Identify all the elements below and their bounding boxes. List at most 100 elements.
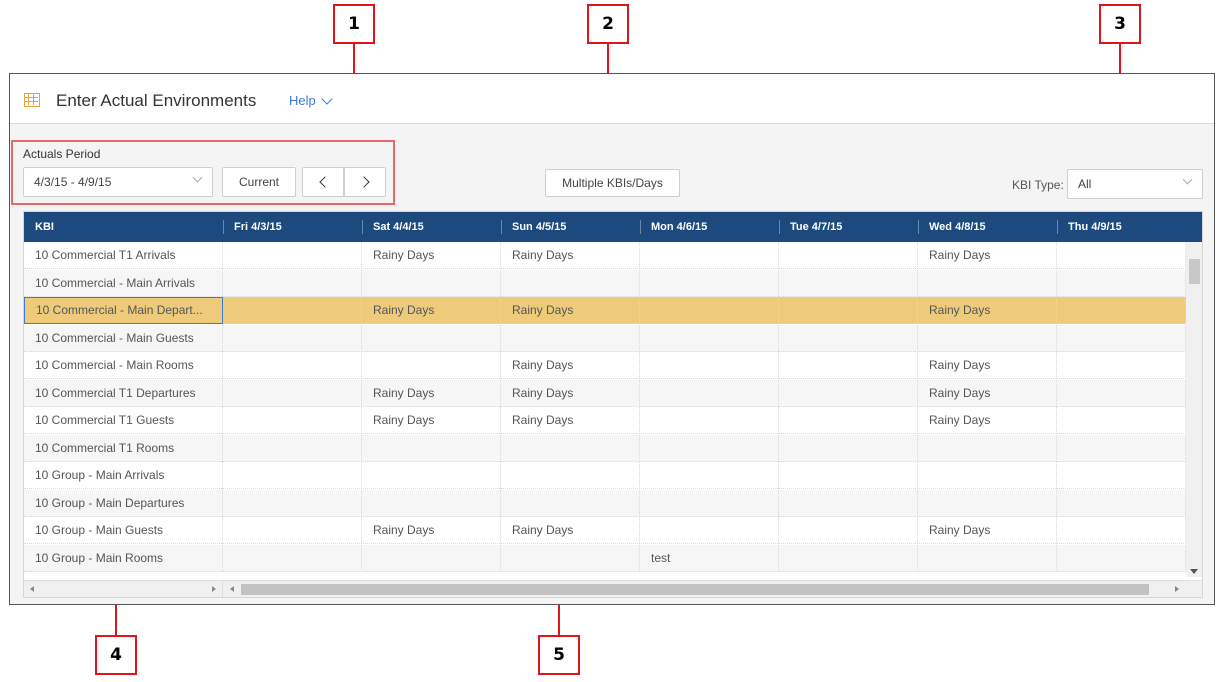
- environment-cell[interactable]: [779, 517, 918, 544]
- environment-cell[interactable]: [362, 324, 501, 352]
- environment-cell[interactable]: [501, 269, 640, 297]
- environment-cell[interactable]: Rainy Days: [362, 379, 501, 407]
- environment-cell[interactable]: [1057, 407, 1186, 434]
- environment-cell[interactable]: [223, 379, 362, 407]
- table-row[interactable]: 10 Commercial - Main Arrivals: [24, 269, 1186, 297]
- environment-cell[interactable]: [362, 462, 501, 489]
- environment-cell[interactable]: [362, 434, 501, 462]
- environment-cell[interactable]: [640, 489, 779, 517]
- environment-cell[interactable]: [779, 269, 918, 297]
- vertical-scroll-thumb[interactable]: [1189, 259, 1200, 284]
- environment-cell[interactable]: [640, 324, 779, 352]
- environment-cell[interactable]: Rainy Days: [918, 242, 1057, 269]
- environment-cell[interactable]: [640, 517, 779, 544]
- environment-cell[interactable]: [1057, 517, 1186, 544]
- environment-cell[interactable]: Rainy Days: [918, 352, 1057, 379]
- environment-cell[interactable]: Rainy Days: [501, 379, 640, 407]
- environment-cell[interactable]: [779, 352, 918, 379]
- environment-cell[interactable]: [1057, 297, 1186, 324]
- environment-cell[interactable]: [1057, 379, 1186, 407]
- kbi-name-cell[interactable]: 10 Commercial - Main Rooms: [24, 352, 223, 379]
- environment-cell[interactable]: [223, 352, 362, 379]
- environment-cell[interactable]: [362, 269, 501, 297]
- environment-cell[interactable]: [1057, 242, 1186, 269]
- table-row[interactable]: 10 Commercial - Main Guests: [24, 324, 1186, 352]
- environment-cell[interactable]: [1057, 489, 1186, 517]
- environment-cell[interactable]: Rainy Days: [501, 297, 640, 324]
- multiple-kbis-days-button[interactable]: Multiple KBIs/Days: [545, 169, 680, 197]
- environment-cell[interactable]: [779, 407, 918, 434]
- kbi-type-select[interactable]: All: [1067, 169, 1203, 199]
- environment-cell[interactable]: [1057, 434, 1186, 462]
- environment-cell[interactable]: [223, 434, 362, 462]
- kbi-name-cell[interactable]: 10 Commercial - Main Arrivals: [24, 269, 223, 297]
- table-row[interactable]: 10 Commercial - Main Depart... Rainy Days…: [24, 297, 1186, 324]
- environment-cell[interactable]: [1057, 462, 1186, 489]
- environment-cell[interactable]: [362, 489, 501, 517]
- environment-cell[interactable]: [501, 462, 640, 489]
- environment-cell[interactable]: [779, 324, 918, 352]
- environment-cell[interactable]: Rainy Days: [362, 297, 501, 324]
- environment-cell[interactable]: [223, 517, 362, 544]
- kbi-name-cell[interactable]: 10 Commercial - Main Guests: [24, 324, 223, 352]
- table-row[interactable]: 10 Commercial - Main Rooms Rainy Days Rain…: [24, 352, 1186, 379]
- table-row[interactable]: 10 Group - Main Departures: [24, 489, 1186, 517]
- kbi-name-cell[interactable]: 10 Commercial - Main Depart...: [24, 297, 223, 324]
- environment-cell[interactable]: [501, 544, 640, 572]
- column-header[interactable]: Sat 4/4/15: [362, 212, 501, 242]
- environment-cell[interactable]: [779, 242, 918, 269]
- environment-cell[interactable]: [640, 379, 779, 407]
- environment-cell[interactable]: Rainy Days: [918, 297, 1057, 324]
- table-row[interactable]: 10 Group - Main Guests Rainy Days Rainy Da…: [24, 517, 1186, 544]
- environment-cell[interactable]: [501, 324, 640, 352]
- help-menu[interactable]: Help: [289, 92, 333, 108]
- environment-cell[interactable]: Rainy Days: [501, 242, 640, 269]
- environment-cell[interactable]: Rainy Days: [918, 379, 1057, 407]
- environment-cell[interactable]: [223, 269, 362, 297]
- scroll-right-icon[interactable]: [1175, 586, 1179, 592]
- environment-cell[interactable]: [501, 489, 640, 517]
- environment-cell[interactable]: [779, 379, 918, 407]
- kbi-name-cell[interactable]: 10 Commercial T1 Arrivals: [24, 242, 223, 269]
- environment-cell[interactable]: [779, 297, 918, 324]
- column-header[interactable]: Fri 4/3/15: [223, 212, 362, 242]
- kbi-name-cell[interactable]: 10 Commercial T1 Guests: [24, 407, 223, 434]
- environment-cell[interactable]: [223, 297, 362, 324]
- environment-cell[interactable]: [640, 297, 779, 324]
- table-row[interactable]: 10 Commercial T1 Guests Rainy Days Rainy D…: [24, 407, 1186, 434]
- environment-cell[interactable]: [1057, 352, 1186, 379]
- environment-cell[interactable]: [918, 462, 1057, 489]
- environment-cell[interactable]: [918, 489, 1057, 517]
- environment-cell[interactable]: [362, 352, 501, 379]
- environment-cell[interactable]: [223, 489, 362, 517]
- environment-cell[interactable]: Rainy Days: [501, 352, 640, 379]
- environment-cell[interactable]: Rainy Days: [362, 407, 501, 434]
- environment-cell[interactable]: [1057, 324, 1186, 352]
- column-header[interactable]: Thu 4/9/15: [1057, 212, 1186, 242]
- environment-cell[interactable]: [918, 324, 1057, 352]
- column-header[interactable]: Sun 4/5/15: [501, 212, 640, 242]
- column-header[interactable]: KBI: [24, 212, 223, 242]
- table-row[interactable]: 10 Commercial T1 Rooms: [24, 434, 1186, 462]
- environment-cell[interactable]: [640, 462, 779, 489]
- table-row[interactable]: 10 Commercial T1 Departures Rainy Days Rai…: [24, 379, 1186, 407]
- environment-cell[interactable]: [223, 462, 362, 489]
- environment-cell[interactable]: [640, 352, 779, 379]
- kbi-name-cell[interactable]: 10 Group - Main Rooms: [24, 544, 223, 572]
- kbi-name-cell[interactable]: 10 Commercial T1 Rooms: [24, 434, 223, 462]
- environment-cell[interactable]: [640, 269, 779, 297]
- environment-cell[interactable]: [362, 544, 501, 572]
- kbi-name-cell[interactable]: 10 Commercial T1 Departures: [24, 379, 223, 407]
- environment-cell[interactable]: Rainy Days: [501, 517, 640, 544]
- column-header[interactable]: Tue 4/7/15: [779, 212, 918, 242]
- environment-cell[interactable]: [918, 434, 1057, 462]
- environment-cell[interactable]: [779, 462, 918, 489]
- horizontal-scroll-thumb[interactable]: [241, 584, 1149, 595]
- scroll-down-icon[interactable]: [1190, 569, 1198, 574]
- environment-cell[interactable]: [918, 544, 1057, 572]
- environment-cell[interactable]: [918, 269, 1057, 297]
- environment-cell[interactable]: Rainy Days: [362, 517, 501, 544]
- kbi-name-cell[interactable]: 10 Group - Main Arrivals: [24, 462, 223, 489]
- environment-cell[interactable]: [640, 434, 779, 462]
- environment-cell[interactable]: Rainy Days: [501, 407, 640, 434]
